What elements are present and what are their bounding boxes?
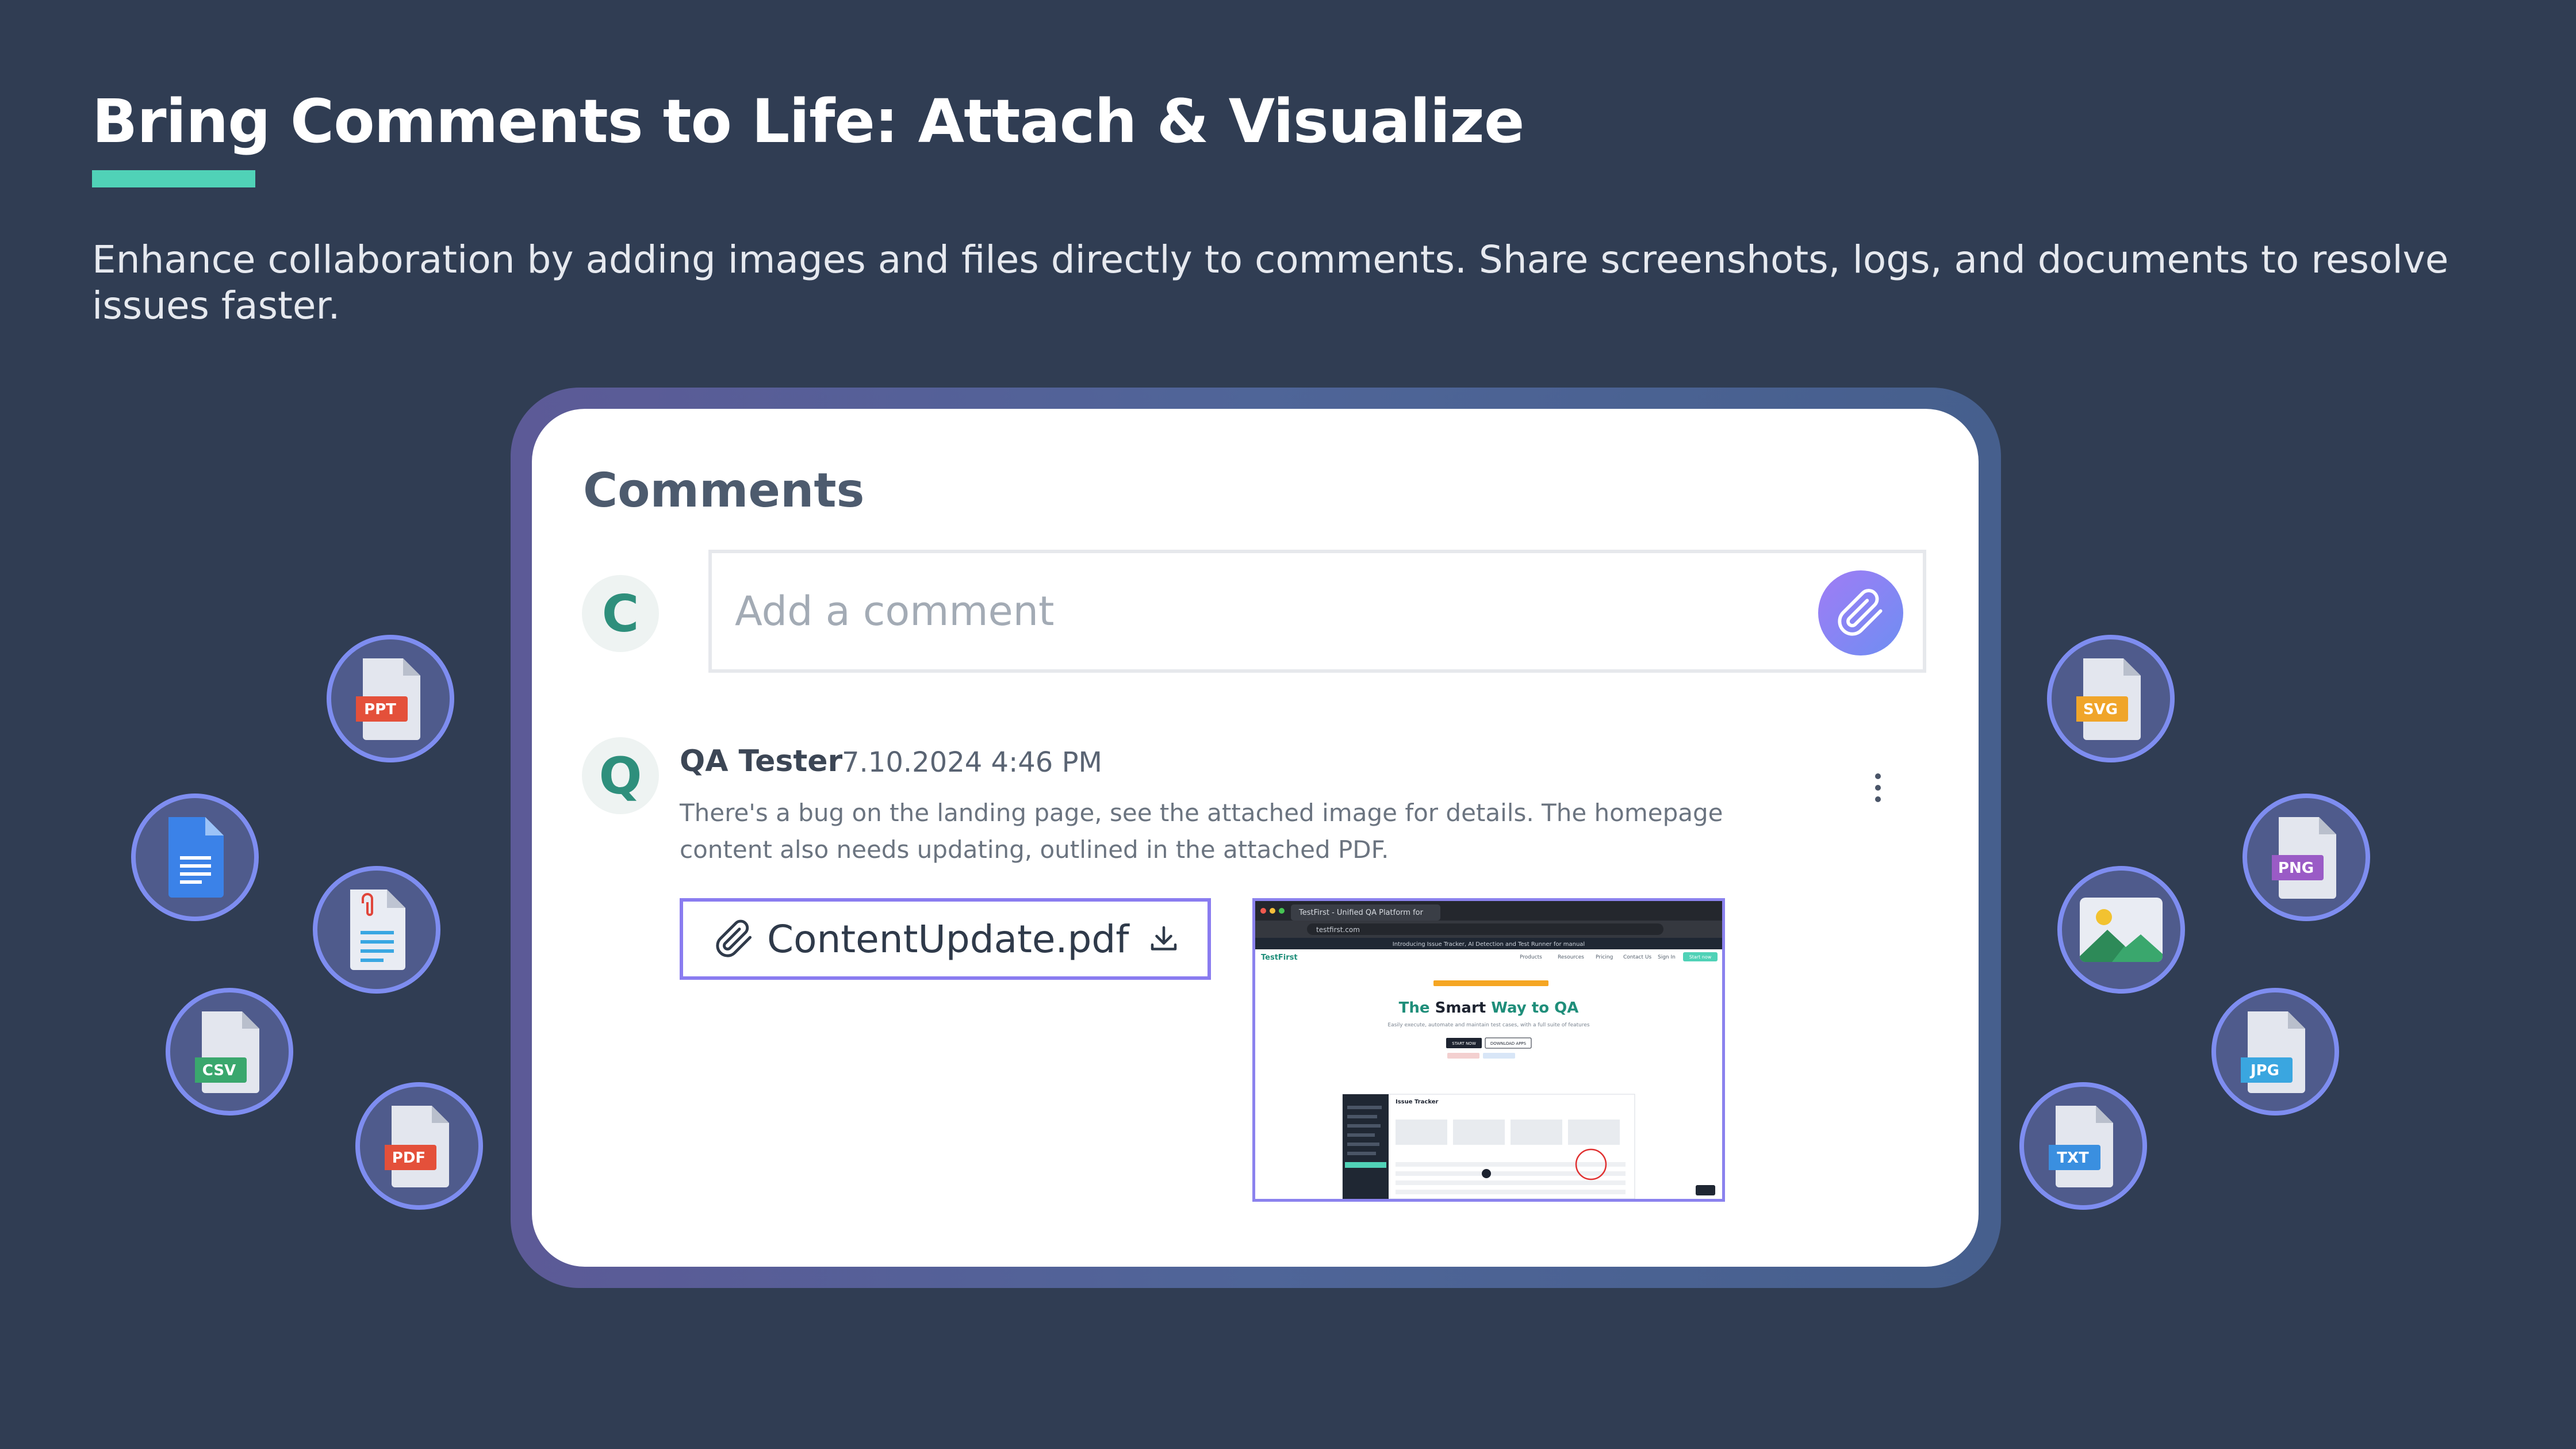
current-user-avatar: C	[582, 575, 659, 652]
site-nav-item: Pricing	[1596, 954, 1613, 960]
comment-input[interactable]	[708, 550, 1926, 673]
comment-author-name: QA Tester	[680, 744, 843, 779]
svg-text:SVG: SVG	[2083, 701, 2118, 718]
site-tagline: Easily execute, automate and maintain te…	[1387, 1022, 1589, 1028]
attachment-screenshot-thumbnail[interactable]: TestFirst - Unified QA Platform for test…	[1252, 898, 1725, 1202]
page-headline: Bring Comments to Life: Attach & Visuali…	[92, 86, 1524, 156]
attachment-file-chip[interactable]: ContentUpdate.pdf	[680, 898, 1211, 980]
browser-url: testfirst.com	[1316, 926, 1360, 934]
svg-text:PNG: PNG	[2278, 860, 2314, 877]
site-banner: Introducing Issue Tracker, AI Detection …	[1393, 941, 1585, 948]
site-logo: TestFirst	[1261, 953, 1298, 962]
panel-title: Issue Tracker	[1396, 1099, 1439, 1105]
site-primary-cta: START NOW	[1452, 1041, 1476, 1046]
svg-text:PPT: PPT	[364, 701, 396, 718]
site-nav-item: Sign In	[1658, 954, 1676, 960]
csv-file-icon: CSV	[166, 988, 293, 1116]
site-nav-item: Contact Us	[1623, 954, 1651, 960]
pdf-file-icon: PDF	[355, 1082, 483, 1210]
site-nav-item: Resources	[1558, 954, 1584, 960]
jpg-file-icon: JPG	[2211, 988, 2339, 1116]
svg-file-icon: SVG	[2047, 635, 2175, 762]
svg-text:TXT: TXT	[2057, 1149, 2089, 1167]
site-hero-title: The Smart Way to QA	[1399, 999, 1579, 1017]
paperclip-icon	[716, 919, 752, 957]
svg-text:JPG: JPG	[2249, 1062, 2279, 1079]
paperclip-icon	[1838, 589, 1883, 636]
image-file-icon	[2057, 866, 2185, 994]
more-options-icon[interactable]	[1866, 770, 1889, 805]
headline-underline	[92, 170, 255, 187]
site-nav-item: Products	[1520, 954, 1542, 960]
txt-file-icon: TXT	[2019, 1082, 2147, 1210]
comments-title: Comments	[583, 463, 865, 518]
comment-timestamp: 7.10.2024 4:46 PM	[842, 746, 1102, 779]
notes-file-icon	[313, 866, 440, 994]
site-secondary-cta: DOWNLOAD APPS	[1490, 1041, 1527, 1046]
svg-text:CSV: CSV	[202, 1062, 236, 1079]
google-docs-icon	[131, 793, 259, 921]
page-subheading: Enhance collaboration by adding images a…	[92, 237, 2449, 328]
attach-file-button[interactable]	[1818, 570, 1903, 656]
browser-tab-title: TestFirst - Unified QA Platform for	[1298, 908, 1424, 917]
svg-text:PDF: PDF	[392, 1149, 425, 1167]
download-icon[interactable]	[1147, 922, 1181, 956]
comment-body: There's a bug on the landing page, see t…	[680, 799, 1723, 864]
ppt-file-icon: PPT	[327, 635, 454, 762]
site-nav-cta: Start now	[1689, 954, 1712, 960]
comment-author-avatar: Q	[582, 737, 659, 814]
attachment-file-name: ContentUpdate.pdf	[767, 917, 1129, 961]
png-file-icon: PNG	[2242, 793, 2370, 921]
